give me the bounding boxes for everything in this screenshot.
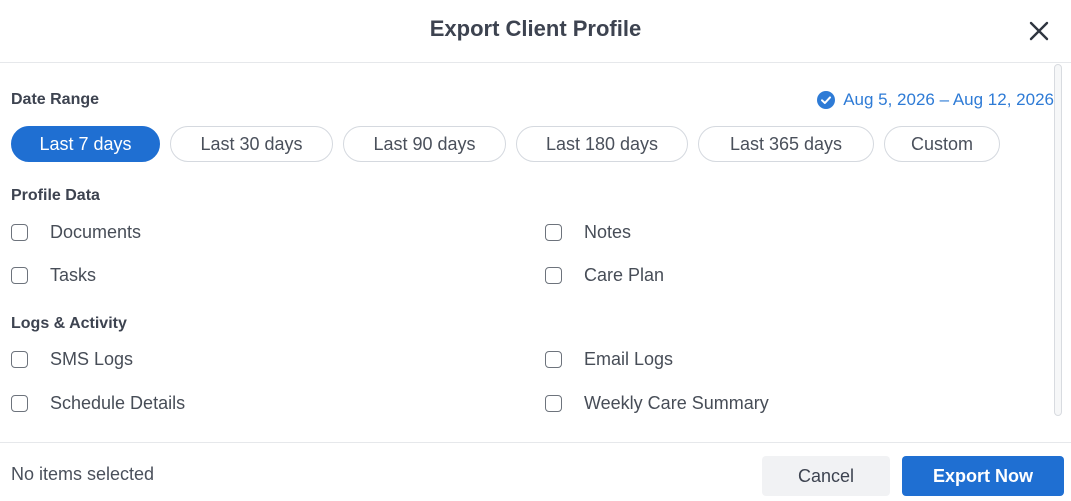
export-client-profile-dialog: Export Client Profile Date Range Aug 5, … <box>0 0 1071 500</box>
close-button[interactable] <box>1019 12 1059 50</box>
close-icon <box>1029 21 1049 41</box>
checkbox-tasks[interactable]: Tasks <box>11 265 96 286</box>
check-circle-icon <box>817 91 836 109</box>
checkbox-label: Schedule Details <box>50 393 186 413</box>
checkbox-box[interactable] <box>11 395 28 412</box>
dialog-scrollbar[interactable] <box>1054 64 1062 416</box>
checkbox-sms-logs[interactable]: SMS Logs <box>11 349 133 370</box>
checkbox-label: SMS Logs <box>50 349 134 369</box>
export-now-button[interactable]: Export Now <box>902 456 1064 496</box>
checkbox-care-plan[interactable]: Care Plan <box>545 265 664 286</box>
checkbox-schedule-details[interactable]: Schedule Details <box>11 393 185 414</box>
dialog-footer: No items selected Cancel Export Now <box>0 442 1071 501</box>
checkbox-label: Tasks <box>50 265 97 285</box>
chip-last-30-days[interactable]: Last 30 days <box>170 126 333 162</box>
checkbox-label: Notes <box>584 222 632 242</box>
checkbox-label: Documents <box>50 222 142 242</box>
checkbox-box[interactable] <box>11 351 28 368</box>
checkbox-weekly-care-summary[interactable]: Weekly Care Summary <box>545 393 769 414</box>
checkbox-box[interactable] <box>545 224 562 241</box>
dialog-header: Export Client Profile <box>0 0 1071 63</box>
selection-status: No items selected <box>11 464 155 484</box>
date-range-text: Aug 5, 2026 – Aug 12, 2026 <box>843 90 1054 109</box>
profile-data-heading: Profile Data <box>11 187 100 204</box>
dialog-title: Export Client Profile <box>429 16 642 41</box>
chip-custom[interactable]: Custom <box>884 126 1000 162</box>
chip-last-180-days[interactable]: Last 180 days <box>516 126 688 162</box>
checkbox-notes[interactable]: Notes <box>545 222 631 243</box>
logs-activity-heading: Logs & Activity <box>11 315 127 332</box>
checkbox-box[interactable] <box>11 224 28 241</box>
selected-date-range: Aug 5, 2026 – Aug 12, 2026 <box>817 90 1054 110</box>
checkbox-label: Weekly Care Summary <box>584 393 769 413</box>
date-range-heading: Date Range <box>11 91 100 108</box>
checkbox-label: Care Plan <box>584 265 665 285</box>
checkbox-documents[interactable]: Documents <box>11 222 141 243</box>
checkbox-box[interactable] <box>545 395 562 412</box>
chip-last-90-days[interactable]: Last 90 days <box>343 126 506 162</box>
chip-last-7-days[interactable]: Last 7 days <box>11 126 160 162</box>
chip-last-365-days[interactable]: Last 365 days <box>698 126 874 162</box>
checkbox-box[interactable] <box>545 351 562 368</box>
checkbox-label: Email Logs <box>584 349 674 369</box>
checkbox-box[interactable] <box>545 267 562 284</box>
cancel-button[interactable]: Cancel <box>762 456 890 496</box>
date-range-chips: Last 7 days Last 30 days Last 90 days La… <box>11 126 1000 162</box>
checkbox-box[interactable] <box>11 267 28 284</box>
checkbox-email-logs[interactable]: Email Logs <box>545 349 673 370</box>
